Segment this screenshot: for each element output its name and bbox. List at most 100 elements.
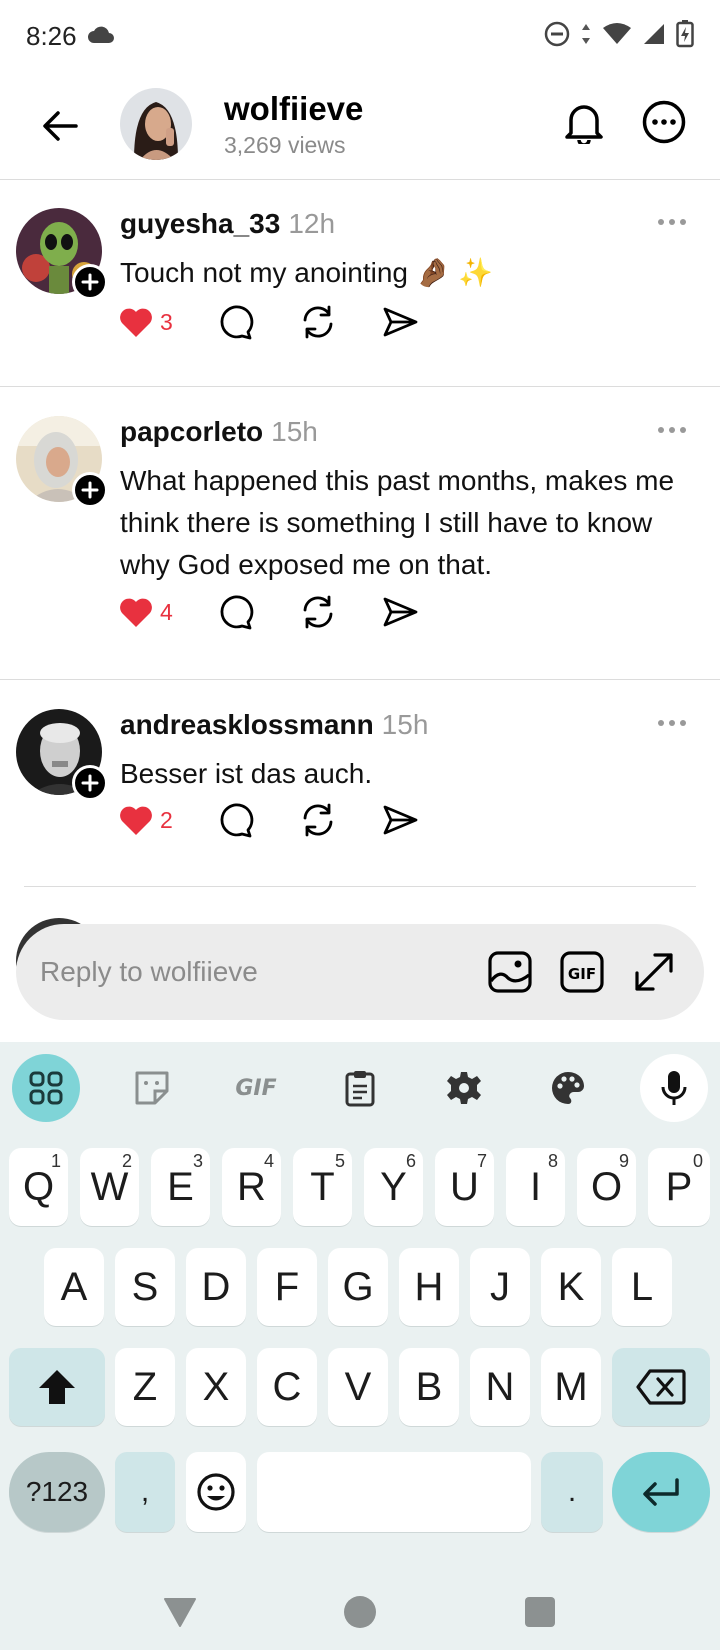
soft-keyboard: GIF Q1 W2 E3 R4 T5 Y6 U7 I8 O9 P0 A S D … bbox=[0, 1042, 720, 1578]
image-attach-button[interactable] bbox=[484, 946, 536, 998]
recents-nav-button[interactable] bbox=[520, 1592, 560, 1632]
key-h[interactable]: H bbox=[399, 1248, 459, 1326]
key-a[interactable]: A bbox=[44, 1248, 104, 1326]
key-r[interactable]: R4 bbox=[222, 1148, 281, 1226]
repost-button[interactable] bbox=[300, 590, 382, 634]
repost-button[interactable] bbox=[300, 798, 382, 842]
more-circle-icon bbox=[642, 100, 686, 144]
post-more-button[interactable] bbox=[650, 418, 694, 442]
data-arrows-icon bbox=[580, 22, 592, 51]
reply-input[interactable] bbox=[40, 956, 464, 988]
clipboard-button[interactable] bbox=[326, 1054, 394, 1122]
like-button[interactable]: 3 bbox=[118, 300, 218, 344]
cell-signal-icon bbox=[642, 22, 666, 51]
follow-button[interactable] bbox=[72, 765, 108, 801]
emoji-icon bbox=[197, 1473, 235, 1511]
key-z[interactable]: Z bbox=[115, 1348, 175, 1426]
like-button[interactable]: 4 bbox=[118, 590, 218, 634]
settings-button[interactable] bbox=[430, 1054, 498, 1122]
post-username[interactable]: andreasklossmann bbox=[120, 709, 374, 741]
backspace-icon bbox=[636, 1369, 686, 1405]
key-f[interactable]: F bbox=[257, 1248, 317, 1326]
profile-username[interactable]: wolfiieve bbox=[224, 90, 363, 128]
like-count: 3 bbox=[160, 308, 173, 335]
key-x[interactable]: X bbox=[186, 1348, 246, 1426]
back-nav-button[interactable] bbox=[160, 1592, 200, 1632]
heart-filled-icon bbox=[120, 806, 152, 835]
post-more-button[interactable] bbox=[650, 711, 694, 735]
symbols-key[interactable]: ?123 bbox=[9, 1452, 105, 1532]
like-count: 4 bbox=[160, 598, 173, 625]
key-t[interactable]: T5 bbox=[293, 1148, 352, 1226]
square-icon bbox=[525, 1597, 555, 1627]
key-q[interactable]: Q1 bbox=[9, 1148, 68, 1226]
key-p[interactable]: P0 bbox=[648, 1148, 710, 1226]
expand-icon bbox=[635, 953, 673, 991]
comment-icon bbox=[220, 305, 254, 340]
key-k[interactable]: K bbox=[541, 1248, 601, 1326]
key-b[interactable]: B bbox=[399, 1348, 459, 1426]
emoji-key[interactable] bbox=[186, 1452, 246, 1532]
key-y[interactable]: Y6 bbox=[364, 1148, 423, 1226]
post-username[interactable]: papcorleto bbox=[120, 416, 263, 448]
space-key[interactable] bbox=[257, 1452, 531, 1532]
gear-icon bbox=[447, 1072, 481, 1104]
home-nav-button[interactable] bbox=[340, 1592, 380, 1632]
dnd-icon bbox=[544, 21, 570, 52]
system-nav-bar bbox=[0, 1578, 720, 1650]
key-s[interactable]: S bbox=[115, 1248, 175, 1326]
comment-icon bbox=[220, 803, 254, 838]
post-time: 15h bbox=[381, 709, 429, 740]
notifications-button[interactable] bbox=[558, 96, 610, 148]
post-meta: papcorleto 15h bbox=[120, 416, 318, 448]
backspace-key[interactable] bbox=[612, 1348, 710, 1426]
enter-key[interactable] bbox=[612, 1452, 710, 1532]
key-n[interactable]: N bbox=[470, 1348, 530, 1426]
voice-input-button[interactable] bbox=[640, 1054, 708, 1122]
key-i[interactable]: I8 bbox=[506, 1148, 565, 1226]
gif-button[interactable]: GIF bbox=[556, 946, 608, 998]
key-m[interactable]: M bbox=[541, 1348, 601, 1426]
key-c[interactable]: C bbox=[257, 1348, 317, 1426]
key-j[interactable]: J bbox=[470, 1248, 530, 1326]
plus-icon bbox=[81, 481, 99, 499]
share-button[interactable] bbox=[382, 590, 442, 634]
theme-button[interactable] bbox=[534, 1054, 602, 1122]
post-username[interactable]: guyesha_33 bbox=[120, 208, 280, 240]
reply-bar: GIF bbox=[16, 924, 704, 1020]
period-key[interactable]: . bbox=[541, 1452, 603, 1532]
follow-button[interactable] bbox=[72, 472, 108, 508]
gif-keyboard-button[interactable]: GIF bbox=[222, 1054, 290, 1122]
more-options-button[interactable] bbox=[638, 96, 690, 148]
share-button[interactable] bbox=[382, 798, 442, 842]
key-v[interactable]: V bbox=[328, 1348, 388, 1426]
like-button[interactable]: 2 bbox=[118, 798, 218, 842]
key-w[interactable]: W2 bbox=[80, 1148, 139, 1226]
palette-icon bbox=[552, 1072, 584, 1104]
sticker-button[interactable] bbox=[118, 1054, 186, 1122]
comma-key[interactable]: , bbox=[115, 1452, 175, 1532]
back-button[interactable] bbox=[36, 102, 84, 150]
comment-button[interactable] bbox=[218, 300, 300, 344]
post-more-button[interactable] bbox=[650, 210, 694, 234]
cloud-icon bbox=[87, 21, 115, 52]
shift-key[interactable] bbox=[9, 1348, 105, 1426]
follow-button[interactable] bbox=[72, 264, 108, 300]
share-button[interactable] bbox=[382, 300, 442, 344]
key-e[interactable]: E3 bbox=[151, 1148, 210, 1226]
key-l[interactable]: L bbox=[612, 1248, 672, 1326]
repost-button[interactable] bbox=[300, 300, 382, 344]
avatar[interactable] bbox=[120, 88, 192, 160]
key-g[interactable]: G bbox=[328, 1248, 388, 1326]
comment-button[interactable] bbox=[218, 590, 300, 634]
expand-button[interactable] bbox=[628, 946, 680, 998]
circle-icon bbox=[344, 1596, 376, 1628]
sticker-icon bbox=[135, 1071, 169, 1105]
comment-button[interactable] bbox=[218, 798, 300, 842]
key-d[interactable]: D bbox=[186, 1248, 246, 1326]
key-o[interactable]: O9 bbox=[577, 1148, 636, 1226]
apps-icon bbox=[29, 1071, 63, 1105]
apps-button[interactable] bbox=[12, 1054, 80, 1122]
key-u[interactable]: U7 bbox=[435, 1148, 494, 1226]
post-meta: guyesha_33 12h bbox=[120, 208, 335, 240]
